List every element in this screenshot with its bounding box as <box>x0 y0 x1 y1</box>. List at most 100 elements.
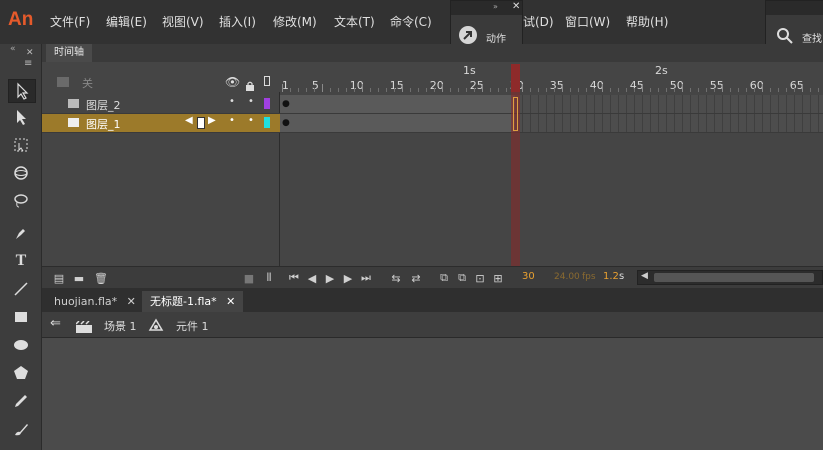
first-frame-icon[interactable]: ⏮ <box>287 271 301 285</box>
delete-layer-icon[interactable]: 🗑 <box>94 271 108 285</box>
empty-frames[interactable] <box>515 95 823 113</box>
current-frame-highlight <box>513 97 518 131</box>
keyframe-dot[interactable]: ● <box>282 99 290 109</box>
eye-icon[interactable]: 👁 <box>225 75 240 89</box>
rectangle-tool-icon[interactable] <box>8 306 34 328</box>
ruler-tick <box>802 84 803 92</box>
panel-menu-icon[interactable]: ≡ <box>24 58 32 69</box>
menu-help[interactable]: 帮助(H) <box>626 13 668 30</box>
document-tab-active[interactable]: 无标题-1.fla* ✕ <box>142 291 244 312</box>
back-arrow-icon[interactable]: ⇐ <box>50 316 61 331</box>
document-tab-label[interactable]: 无标题-1.fla* <box>150 295 217 308</box>
layer-name[interactable]: 图层_1 <box>86 116 121 132</box>
selection-tool-icon[interactable] <box>8 79 36 103</box>
search-label[interactable]: 查找 <box>802 30 822 45</box>
current-frame[interactable]: 30 <box>522 271 535 282</box>
new-layer-icon[interactable]: ▤ <box>52 271 66 285</box>
stage-area[interactable] <box>42 338 823 450</box>
pen-tool-icon[interactable] <box>8 222 34 244</box>
line-tool-icon[interactable] <box>8 278 34 300</box>
brush-tool-icon[interactable] <box>8 418 34 440</box>
text-tool-icon[interactable]: T <box>8 250 34 272</box>
onion-skin-icon[interactable]: ⧉ <box>437 271 451 285</box>
step-forward-icon[interactable]: ▶ <box>341 271 355 285</box>
outline-icon[interactable] <box>264 76 270 86</box>
horizontal-scrollbar[interactable]: ◀ <box>637 270 823 285</box>
frame-ruler[interactable]: 1s 2s 1 5 10 15 20 25 30 35 40 45 50 55 … <box>280 62 823 92</box>
close-icon[interactable]: ✕ <box>226 295 235 308</box>
symbol-breadcrumb[interactable]: 元件 1 <box>176 318 209 334</box>
scroll-left-icon[interactable]: ◀ <box>641 271 648 281</box>
subselection-tool-icon[interactable] <box>8 106 34 128</box>
layer-color-swatch[interactable] <box>264 98 270 109</box>
oval-tool-icon[interactable] <box>8 334 34 356</box>
menu-view[interactable]: 视图(V) <box>162 13 204 30</box>
free-transform-tool-icon[interactable] <box>8 134 34 156</box>
document-tab[interactable]: huojian.fla* ✕ <box>46 291 144 312</box>
scrollbar-thumb[interactable] <box>654 273 814 282</box>
playhead-marker[interactable] <box>511 64 520 92</box>
menu-commands[interactable]: 命令(C) <box>390 13 432 30</box>
onion-outline-icon[interactable]: ⧉ <box>455 271 469 285</box>
elapsed-time[interactable]: 1.2 <box>603 271 619 282</box>
close-icon[interactable]: ✕ <box>127 295 136 308</box>
lock-dot[interactable]: • <box>248 115 254 126</box>
menu-insert[interactable]: 插入(I) <box>219 13 256 30</box>
pencil-tool-icon[interactable] <box>8 390 34 412</box>
frame-row[interactable]: ● <box>280 95 823 114</box>
menu-debug[interactable]: 试(D) <box>523 13 554 30</box>
tab-timeline[interactable]: 时间轴 <box>46 44 92 62</box>
panel-header[interactable] <box>766 1 823 15</box>
empty-frames[interactable] <box>515 114 823 132</box>
close-icon[interactable]: ✕ <box>512 1 520 12</box>
new-folder-icon[interactable]: ▬ <box>72 271 86 285</box>
step-back-icon[interactable]: ◀ <box>305 271 319 285</box>
visibility-dot[interactable]: • <box>229 115 235 126</box>
onion-markers-icon[interactable]: ⊞ <box>491 271 505 285</box>
prev-keyframe-icon[interactable]: ◀ <box>185 115 193 126</box>
ruler-tick <box>282 84 283 92</box>
3d-rotation-tool-icon[interactable] <box>8 162 34 184</box>
menu-modify[interactable]: 修改(M) <box>273 13 317 30</box>
ruler-tick <box>562 84 563 92</box>
close-icon[interactable]: ✕ <box>26 48 34 58</box>
menu-text[interactable]: 文本(T) <box>334 13 375 30</box>
last-frame-icon[interactable]: ⏭ <box>359 271 373 285</box>
panel-header[interactable]: » ✕ <box>451 1 522 15</box>
menu-edit[interactable]: 编辑(E) <box>106 13 147 30</box>
search-icon[interactable] <box>776 27 794 45</box>
keyframe-dot[interactable]: ● <box>282 118 290 128</box>
next-keyframe-icon[interactable]: ▶ <box>208 115 216 126</box>
layer-row-selected[interactable]: 图层_1 ◀ ▶ • • <box>42 114 280 133</box>
layer-row[interactable]: 图层_2 • • <box>42 95 280 114</box>
layer-color-swatch[interactable] <box>264 117 270 128</box>
polystar-tool-icon[interactable] <box>8 362 34 384</box>
lock-dot[interactable]: • <box>248 96 254 107</box>
frame-span[interactable] <box>280 114 515 132</box>
center-frame-icon[interactable]: ⇄ <box>409 271 423 285</box>
actions-icon[interactable] <box>459 26 477 44</box>
collapse-icon[interactable]: « <box>10 44 16 54</box>
frame-row[interactable]: ● <box>280 114 823 133</box>
play-icon[interactable]: ▶ <box>323 271 337 285</box>
ruler-tick <box>602 84 603 92</box>
edit-multiple-icon[interactable]: ⊡ <box>473 271 487 285</box>
camera-icon[interactable]: ■ <box>242 271 256 285</box>
frame-grid[interactable]: ● ● <box>280 92 823 266</box>
ruler-tick <box>322 84 323 92</box>
actions-label[interactable]: 动作 <box>486 30 506 45</box>
visibility-dot[interactable]: • <box>229 96 235 107</box>
layer-name[interactable]: 图层_2 <box>86 97 121 113</box>
fps-value[interactable]: 24.00 <box>554 272 580 282</box>
loop-icon[interactable]: ⇆ <box>389 271 403 285</box>
menu-window[interactable]: 窗口(W) <box>565 13 610 30</box>
frame-number: 5 <box>311 79 319 92</box>
collapse-icon[interactable]: » <box>493 2 498 11</box>
keyframe-icon[interactable] <box>197 117 205 129</box>
scene-breadcrumb[interactable]: 场景 1 <box>104 318 137 334</box>
frame-span[interactable] <box>280 95 515 113</box>
document-tab-label[interactable]: huojian.fla* <box>54 295 117 308</box>
lasso-tool-icon[interactable] <box>8 190 34 212</box>
menu-file[interactable]: 文件(F) <box>50 13 90 30</box>
lock-icon[interactable] <box>245 76 255 91</box>
